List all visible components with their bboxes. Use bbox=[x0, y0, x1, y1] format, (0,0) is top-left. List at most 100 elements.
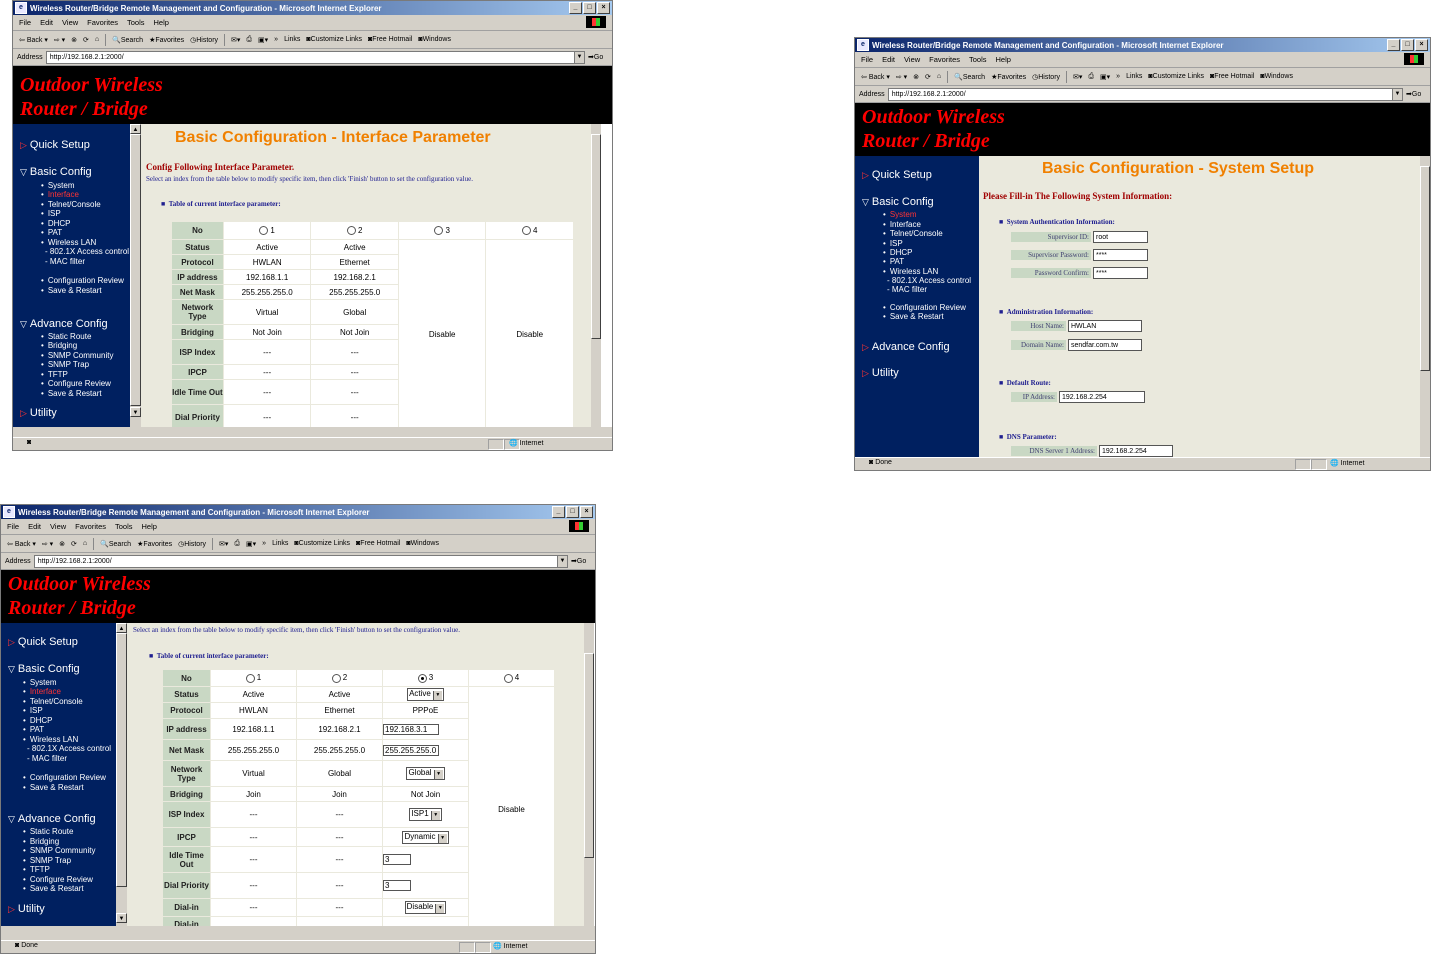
sidebar-item-dhcp[interactable]: • DHCP bbox=[41, 219, 70, 228]
menu-help[interactable]: Help bbox=[154, 18, 169, 27]
sidebar-item-bridging[interactable]: • Bridging bbox=[41, 341, 77, 350]
col-radio-4[interactable]: 4 bbox=[486, 222, 573, 239]
free-hotmail-link[interactable]: ◙Free Hotmail bbox=[368, 36, 412, 43]
sidebar-item-telnet[interactable]: • Telnet/Console bbox=[41, 200, 101, 209]
menu-help[interactable]: Help bbox=[142, 522, 157, 531]
supervisor-id-input[interactable]: root bbox=[1093, 231, 1148, 243]
dropdown-arrow-icon[interactable]: ▼ bbox=[557, 555, 567, 567]
menu-file[interactable]: File bbox=[19, 18, 31, 27]
radio-icon[interactable] bbox=[331, 673, 341, 683]
sidebar-item-pat[interactable]: • PAT bbox=[41, 228, 62, 237]
mail-icon[interactable]: ✉▾ bbox=[231, 36, 240, 44]
menu-edit[interactable]: Edit bbox=[40, 18, 53, 27]
isp-index-select[interactable]: ISP1 ▼ bbox=[409, 808, 442, 821]
sidebar-advance-config[interactable]: ▽ Advance Config bbox=[8, 813, 96, 825]
sidebar-sub-mac[interactable]: - MAC filter bbox=[45, 257, 85, 266]
scroll-thumb[interactable] bbox=[116, 633, 127, 887]
menu-view[interactable]: View bbox=[904, 55, 920, 64]
ip-address-input[interactable]: 192.168.2.254 bbox=[1059, 391, 1145, 403]
sidebar-sub-8021x[interactable]: - 802.1X Access control bbox=[45, 247, 129, 256]
back-button[interactable]: ⇦ Back ▾ bbox=[861, 73, 890, 81]
close-button[interactable]: × bbox=[580, 506, 593, 518]
sidebar-item-snmp-trap[interactable]: • SNMP Trap bbox=[23, 856, 71, 865]
host-name-input[interactable]: HWLAN bbox=[1068, 320, 1142, 332]
scroll-thumb[interactable] bbox=[591, 134, 601, 339]
sidebar-item-isp[interactable]: • ISP bbox=[41, 209, 61, 218]
password-confirm-input[interactable]: **** bbox=[1093, 267, 1148, 279]
menu-favorites[interactable]: Favorites bbox=[75, 522, 106, 531]
menu-edit[interactable]: Edit bbox=[28, 522, 41, 531]
menu-view[interactable]: View bbox=[50, 522, 66, 531]
sidebar-quick-setup[interactable]: ▷ Quick Setup bbox=[862, 169, 932, 181]
close-button[interactable]: × bbox=[597, 2, 610, 14]
search-button[interactable]: 🔍Search bbox=[112, 36, 143, 44]
chevron-icon[interactable]: » bbox=[1116, 73, 1120, 80]
sidebar-item-dhcp[interactable]: • DHCP bbox=[23, 716, 52, 725]
free-hotmail-link[interactable]: ◙Free Hotmail bbox=[356, 540, 400, 547]
sidebar-quick-setup[interactable]: ▷ Quick Setup bbox=[20, 139, 90, 151]
refresh-icon[interactable]: ⟳ bbox=[83, 36, 89, 44]
sidebar-basic-config[interactable]: ▽ Basic Config bbox=[862, 196, 934, 208]
links-label[interactable]: Links bbox=[284, 36, 300, 43]
sidebar-item-snmp-trap[interactable]: • SNMP Trap bbox=[41, 360, 89, 369]
windows-link[interactable]: ◙Windows bbox=[406, 540, 439, 547]
sidebar-advance-config[interactable]: ▷ Advance Config bbox=[862, 341, 950, 353]
sidebar-item-config-review[interactable]: • Configuration Review bbox=[41, 276, 124, 285]
sidebar-item-bridging[interactable]: • Bridging bbox=[23, 837, 59, 846]
radio-icon[interactable] bbox=[434, 226, 444, 236]
chevron-icon[interactable]: » bbox=[262, 540, 266, 547]
scroll-thumb[interactable] bbox=[584, 653, 594, 858]
sidebar-item-configure-review[interactable]: • Configure Review bbox=[41, 379, 111, 388]
minimize-button[interactable]: _ bbox=[552, 506, 565, 518]
free-hotmail-link[interactable]: ◙Free Hotmail bbox=[1210, 73, 1254, 80]
menu-favorites[interactable]: Favorites bbox=[87, 18, 118, 27]
windows-link[interactable]: ◙Windows bbox=[418, 36, 451, 43]
menu-help[interactable]: Help bbox=[996, 55, 1011, 64]
refresh-icon[interactable]: ⟳ bbox=[71, 540, 77, 548]
col-radio-4[interactable]: 4 bbox=[469, 670, 554, 686]
supervisor-password-input[interactable]: **** bbox=[1093, 249, 1148, 261]
address-input[interactable]: http://192.168.2.1:2000/ ▼ bbox=[45, 50, 585, 64]
scroll-thumb[interactable] bbox=[1420, 166, 1430, 371]
sidebar-advance-config[interactable]: ▽ Advance Config bbox=[20, 318, 108, 330]
sidebar-item-snmp-community[interactable]: • SNMP Community bbox=[23, 846, 95, 855]
sidebar-item-telnet[interactable]: • Telnet/Console bbox=[883, 229, 943, 238]
stop-icon[interactable]: ⊗ bbox=[913, 73, 919, 81]
sidebar-item-config-review[interactable]: • Configuration Review bbox=[883, 303, 966, 312]
favorites-button[interactable]: ★Favorites bbox=[991, 73, 1026, 81]
favorites-button[interactable]: ★Favorites bbox=[149, 36, 184, 44]
home-icon[interactable]: ⌂ bbox=[95, 36, 99, 43]
radio-icon[interactable] bbox=[346, 226, 356, 236]
sidebar-item-configure-review[interactable]: • Configure Review bbox=[23, 875, 93, 884]
sidebar-sub-mac[interactable]: - MAC filter bbox=[27, 754, 67, 763]
sidebar-sub-8021x[interactable]: - 802.1X Access control bbox=[887, 276, 971, 285]
menu-tools[interactable]: Tools bbox=[115, 522, 133, 531]
close-button[interactable]: × bbox=[1415, 39, 1428, 51]
sidebar-utility[interactable]: ▷ Utility bbox=[8, 903, 45, 915]
sidebar-item-save[interactable]: • Save & Restart bbox=[23, 783, 84, 792]
windows-link[interactable]: ◙Windows bbox=[1260, 73, 1293, 80]
sidebar-sub-mac[interactable]: - MAC filter bbox=[887, 285, 927, 294]
dropdown-arrow-icon[interactable]: ▼ bbox=[574, 51, 584, 63]
dial-priority-input[interactable]: 3 bbox=[383, 880, 411, 891]
edit-icon[interactable]: ▣▾ bbox=[1100, 73, 1110, 81]
ipcp-select[interactable]: Dynamic ▼ bbox=[402, 830, 449, 844]
dropdown-arrow-icon[interactable]: ▼ bbox=[1392, 88, 1402, 100]
domain-name-input[interactable]: sendfar.com.tw bbox=[1068, 339, 1142, 351]
sidebar-item-system[interactable]: • System bbox=[23, 678, 56, 687]
favorites-button[interactable]: ★Favorites bbox=[137, 540, 172, 548]
address-input[interactable]: http://192.168.2.1:2000/ ▼ bbox=[887, 87, 1403, 101]
scroll-thumb[interactable] bbox=[130, 134, 141, 406]
sidebar-item-system[interactable]: • System bbox=[41, 181, 74, 190]
sidebar-item-tftp[interactable]: • TFTP bbox=[23, 865, 50, 874]
col-radio-1[interactable]: 1 bbox=[223, 222, 311, 239]
links-label[interactable]: Links bbox=[272, 540, 288, 547]
menu-file[interactable]: File bbox=[861, 55, 873, 64]
history-button[interactable]: ◷History bbox=[190, 36, 218, 44]
sidebar-basic-config[interactable]: ▽ Basic Config bbox=[8, 663, 80, 675]
address-input[interactable]: http://192.168.2.1:2000/ ▼ bbox=[33, 554, 568, 568]
scroll-up-icon[interactable]: ▲ bbox=[116, 623, 127, 633]
menu-favorites[interactable]: Favorites bbox=[929, 55, 960, 64]
sidebar-item-save-restart[interactable]: • Save & Restart bbox=[41, 389, 102, 398]
search-button[interactable]: 🔍Search bbox=[100, 540, 131, 548]
